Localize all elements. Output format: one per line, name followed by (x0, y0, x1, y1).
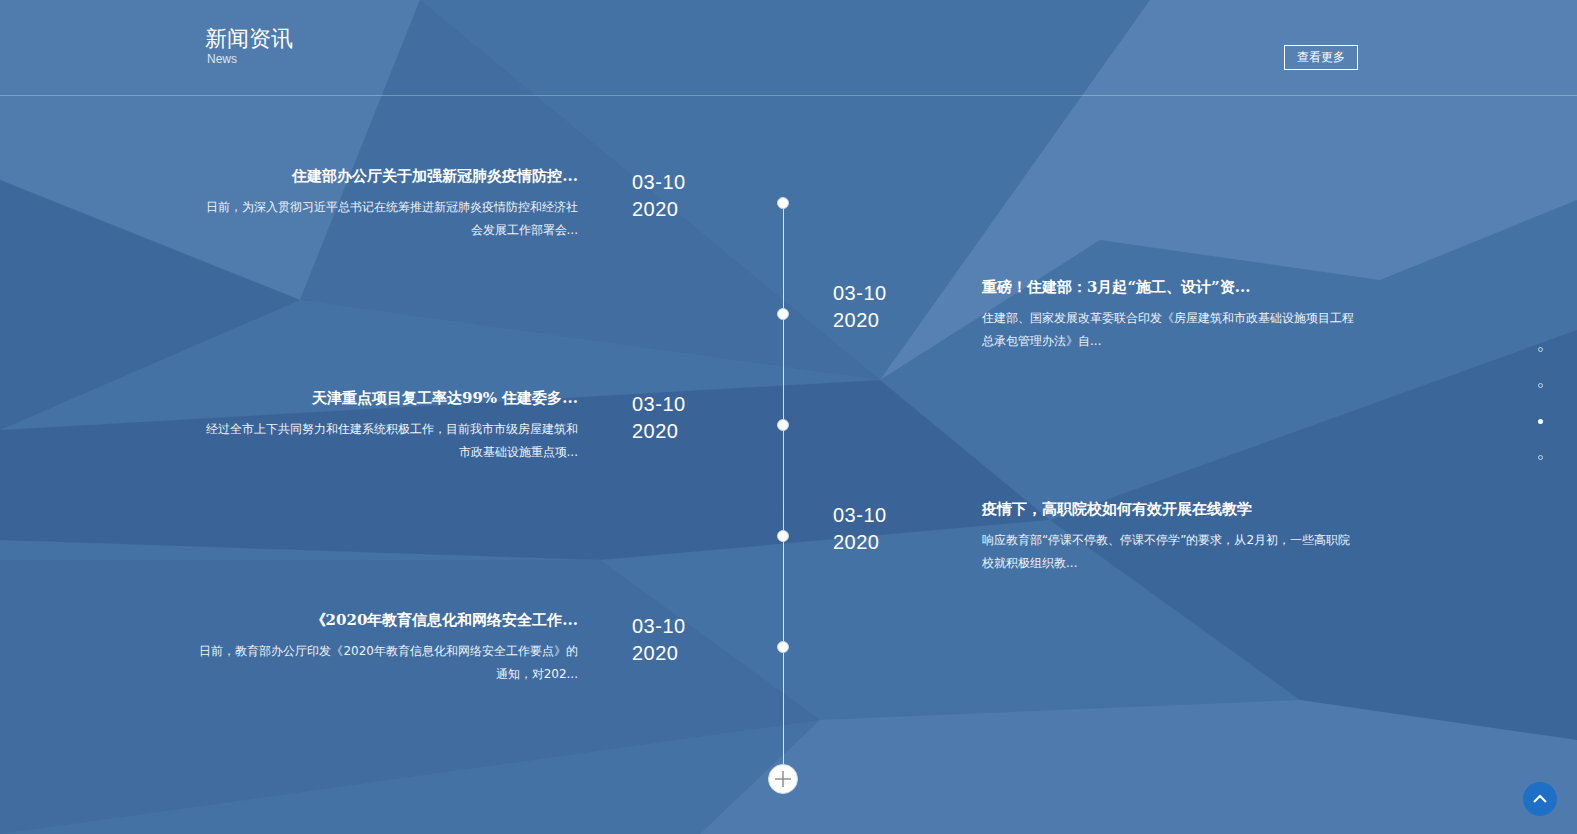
timeline-row: 住建部办公厅关于加强新冠肺炎疫情防控...日前，为深入贯彻习近平总书记在统筹推进… (203, 158, 1363, 269)
news-title[interactable]: 疫情下，高职院校如何有效开展在线教学 (982, 499, 1362, 519)
news-item[interactable]: 住建部办公厅关于加强新冠肺炎疫情防控... 日前，为深入贯彻习近平总书记在统筹推进… (198, 166, 578, 242)
section-subtitle: News (207, 52, 293, 66)
right-cell: 03-102020 重磅！住建部：3月起“施工、设计”资... 住建部、国家发展改革… (791, 269, 1363, 380)
timeline-axis (775, 269, 791, 380)
timeline-axis (775, 158, 791, 269)
left-cell: 《2020年教育信息化和网络安全工作...日前，教育部办公厅印发《2020年教育… (203, 602, 775, 713)
news-date: 03-102020 (632, 610, 722, 667)
timeline-row: 03-102020 疫情下，高职院校如何有效开展在线教学响应教育部“停课不停教、停… (203, 491, 1363, 602)
date-year: 2020 (833, 529, 923, 556)
news-item[interactable]: 天津重点项目复工率达99% 住建委多... 经过全市上下共同努力和住建系统积极工作… (198, 388, 578, 464)
scroll-top-button[interactable] (1523, 782, 1557, 816)
date-day: 03-10 (833, 502, 923, 529)
date-year: 2020 (632, 196, 722, 223)
news-date: 03-102020 (632, 388, 722, 445)
date-day: 03-10 (632, 391, 722, 418)
left-cell: 天津重点项目复工率达99% 住建委多...经过全市上下共同努力和住建系统积极工作… (203, 380, 775, 491)
date-day: 03-10 (632, 613, 722, 640)
date-year: 2020 (632, 640, 722, 667)
page-dot[interactable] (1538, 419, 1543, 424)
page-dot[interactable] (1538, 455, 1543, 460)
news-date: 03-102020 (833, 499, 923, 556)
date-day: 03-10 (833, 280, 923, 307)
news-title[interactable]: 住建部办公厅关于加强新冠肺炎疫情防控... (198, 166, 578, 186)
left-cell (203, 269, 775, 380)
right-cell (791, 380, 1363, 491)
timeline-node (777, 197, 789, 209)
page-dot[interactable] (1538, 347, 1543, 352)
news-item[interactable]: 疫情下，高职院校如何有效开展在线教学响应教育部“停课不停教、停课不停学”的要求，… (982, 499, 1362, 575)
news-desc: 经过全市上下共同努力和住建系统积极工作，目前我市市级房屋建筑和市政基础设施重点项… (198, 418, 578, 464)
news-title[interactable]: 《2020年教育信息化和网络安全工作... (198, 610, 578, 630)
right-cell (791, 158, 1363, 269)
timeline-row: 《2020年教育信息化和网络安全工作...日前，教育部办公厅印发《2020年教育… (203, 602, 1363, 713)
news-desc: 响应教育部“停课不停教、停课不停学”的要求，从2月初，一些高职院校就积极组织教.… (982, 529, 1362, 575)
plus-icon (774, 770, 792, 788)
chevron-up-icon (1533, 794, 1547, 804)
page-dot[interactable] (1538, 383, 1543, 388)
news-desc: 住建部、国家发展改革委联合印发《房屋建筑和市政基础设施项目工程总承包管理办法》自… (982, 307, 1362, 353)
section-header: 新闻资讯News 查看更多 (0, 0, 1577, 96)
news-item[interactable]: 《2020年教育信息化和网络安全工作... 日前，教育部办公厅印发《2020年教育… (198, 610, 578, 686)
left-cell: 住建部办公厅关于加强新冠肺炎疫情防控...日前，为深入贯彻习近平总书记在统筹推进… (203, 158, 775, 269)
news-page: 新闻资讯News 查看更多住建部办公厅关于加强新冠肺炎疫情防控... 日前，为深入贯… (0, 0, 1577, 834)
timeline-row: 天津重点项目复工率达99% 住建委多...经过全市上下共同努力和住建系统积极工作… (203, 380, 1363, 491)
section-title: 新闻资讯 (205, 26, 293, 52)
news-item[interactable]: 重磅！住建部：3月起“施工、设计”资... 住建部、国家发展改革委联合印发《房屋建… (982, 277, 1362, 353)
timeline-axis (775, 380, 791, 491)
timeline-node (777, 308, 789, 320)
date-year: 2020 (632, 418, 722, 445)
page-dots (1538, 347, 1543, 460)
timeline-axis (775, 602, 791, 713)
timeline-node (777, 530, 789, 542)
news-desc: 日前，为深入贯彻习近平总书记在统筹推进新冠肺炎疫情防控和经济社会发展工作部署会.… (198, 196, 578, 242)
news-date: 03-102020 (833, 277, 923, 334)
right-cell: 03-102020 疫情下，高职院校如何有效开展在线教学响应教育部“停课不停教、停… (791, 491, 1363, 602)
more-button[interactable]: 查看更多 (1284, 45, 1358, 70)
load-more-button[interactable] (768, 764, 798, 794)
news-desc: 日前，教育部办公厅印发《2020年教育信息化和网络安全工作要点》的通知，对202… (198, 640, 578, 686)
timeline-node (777, 419, 789, 431)
heading: 新闻资讯News (205, 26, 293, 66)
news-date: 03-102020 (632, 166, 722, 223)
date-year: 2020 (833, 307, 923, 334)
timeline-axis (775, 491, 791, 602)
timeline-tail (783, 713, 784, 764)
timeline-node (777, 641, 789, 653)
right-cell (791, 602, 1363, 713)
timeline-row: 03-102020 重磅！住建部：3月起“施工、设计”资... 住建部、国家发展改革… (203, 269, 1363, 380)
news-timeline: 住建部办公厅关于加强新冠肺炎疫情防控...日前，为深入贯彻习近平总书记在统筹推进… (203, 158, 1363, 794)
news-title[interactable]: 重磅！住建部：3月起“施工、设计”资... (982, 277, 1362, 297)
news-title[interactable]: 天津重点项目复工率达99% 住建委多... (198, 388, 578, 408)
left-cell (203, 491, 775, 602)
date-day: 03-10 (632, 169, 722, 196)
